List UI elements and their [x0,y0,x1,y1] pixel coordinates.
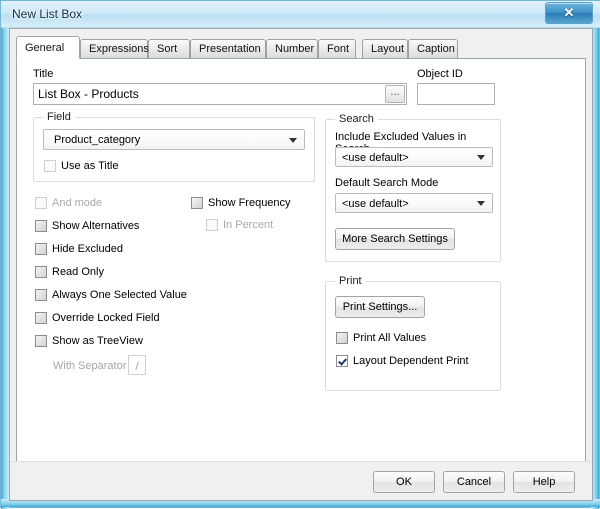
default-search-mode-label: Default Search Mode [335,177,439,189]
default-search-mode-value: <use default> [342,198,409,210]
chevron-down-icon [289,137,297,143]
checkbox-label: Hide Excluded [52,243,123,255]
checkbox-layout-dependent-print[interactable]: Layout Dependent Print [336,353,469,369]
checkbox-hide-excluded[interactable]: Hide Excluded [35,241,123,257]
checkbox-label: And mode [52,197,103,209]
checkbox-label: Print All Values [353,332,427,344]
dialog-button-bar: OK Cancel Help [10,461,592,500]
print-group: Print Print Settings... Print All Values… [325,275,501,391]
print-settings-button[interactable]: Print Settings... [335,296,425,318]
checkbox-show-frequency[interactable]: Show Frequency [191,195,291,211]
checkbox-label: Always One Selected Value [52,289,187,301]
search-group: Search Include Excluded Values in Search… [325,113,501,262]
tab-layout[interactable]: Layout [362,39,408,58]
checkbox-show-alternatives[interactable]: Show Alternatives [35,218,139,234]
tab-general[interactable]: General [16,36,80,59]
tab-expressions[interactable]: Expressions [80,39,149,58]
checkbox-label: In Percent [223,219,274,231]
checkbox-use-as-title[interactable]: Use as Title [44,158,118,174]
window-title: New List Box [12,7,83,21]
object-id-label: Object ID [417,68,463,80]
checkbox-label: Show Frequency [208,197,291,209]
field-group: Field Product_category Use as Title [33,111,315,182]
cancel-button[interactable]: Cancel [443,471,505,493]
tab-page-general: Title List Box - Products ... Object ID … [16,58,586,462]
checkbox-box [206,219,218,231]
checkbox-box [336,355,348,367]
checkbox-read-only[interactable]: Read Only [35,264,104,280]
title-browse-button[interactable]: ... [385,85,405,103]
checkbox-label: Show Alternatives [52,220,140,232]
checkbox-override-locked-field[interactable]: Override Locked Field [35,310,160,326]
with-separator-input[interactable]: / [128,355,146,375]
checkbox-label: Read Only [52,266,104,278]
more-search-settings-button[interactable]: More Search Settings [335,228,455,250]
checkbox-box [35,312,47,324]
title-bar: New List Box ✕ [1,1,600,28]
checkbox-box [35,266,47,278]
tab-sort[interactable]: Sort [148,39,190,58]
checkbox-label: Use as Title [61,160,119,172]
tab-font[interactable]: Font [318,39,356,58]
tab-presentation[interactable]: Presentation [190,39,266,58]
print-group-title: Print [335,275,366,287]
field-group-title: Field [43,111,75,123]
checkbox-box [35,335,47,347]
close-button[interactable]: ✕ [545,2,593,24]
default-search-mode-select[interactable]: <use default> [335,193,493,213]
search-group-title: Search [335,113,378,125]
include-excluded-value: <use default> [342,152,409,164]
checkbox-box [191,197,203,209]
checkbox-box [35,243,47,255]
with-separator-label: With Separator [53,360,127,372]
dialog-window: New List Box ✕ General Expressions Sort … [0,0,600,509]
checkbox-box [35,197,47,209]
tab-caption[interactable]: Caption [408,39,458,58]
field-select[interactable]: Product_category [43,129,305,150]
help-button[interactable]: Help [513,471,575,493]
checkbox-always-one-selected-value[interactable]: Always One Selected Value [35,287,187,303]
include-excluded-select[interactable]: <use default> [335,147,493,167]
field-select-value: Product_category [54,134,141,146]
title-label: Title [33,68,54,80]
checkbox-show-as-treeview[interactable]: Show as TreeView [35,333,143,349]
title-input[interactable]: List Box - Products [33,83,407,105]
chevron-down-icon [477,155,485,160]
tab-number[interactable]: Number [266,39,318,58]
ok-button[interactable]: OK [373,471,435,493]
checkbox-box [336,332,348,344]
checkbox-box [44,160,56,172]
dialog-client-area: General Expressions Sort Presentation Nu… [9,28,593,501]
close-icon: ✕ [563,5,575,20]
object-id-input[interactable] [417,83,495,105]
checkbox-box [35,220,47,232]
checkbox-label: Override Locked Field [52,312,160,324]
checkbox-and-mode[interactable]: And mode [35,195,102,211]
checkbox-print-all-values[interactable]: Print All Values [336,330,426,346]
checkbox-in-percent[interactable]: In Percent [206,217,273,233]
tab-strip: General Expressions Sort Presentation Nu… [16,36,586,59]
chevron-down-icon [477,201,485,206]
window-frame-left [1,1,9,509]
checkbox-box [35,289,47,301]
checkbox-label: Show as TreeView [52,335,143,347]
checkbox-label: Layout Dependent Print [353,355,469,367]
